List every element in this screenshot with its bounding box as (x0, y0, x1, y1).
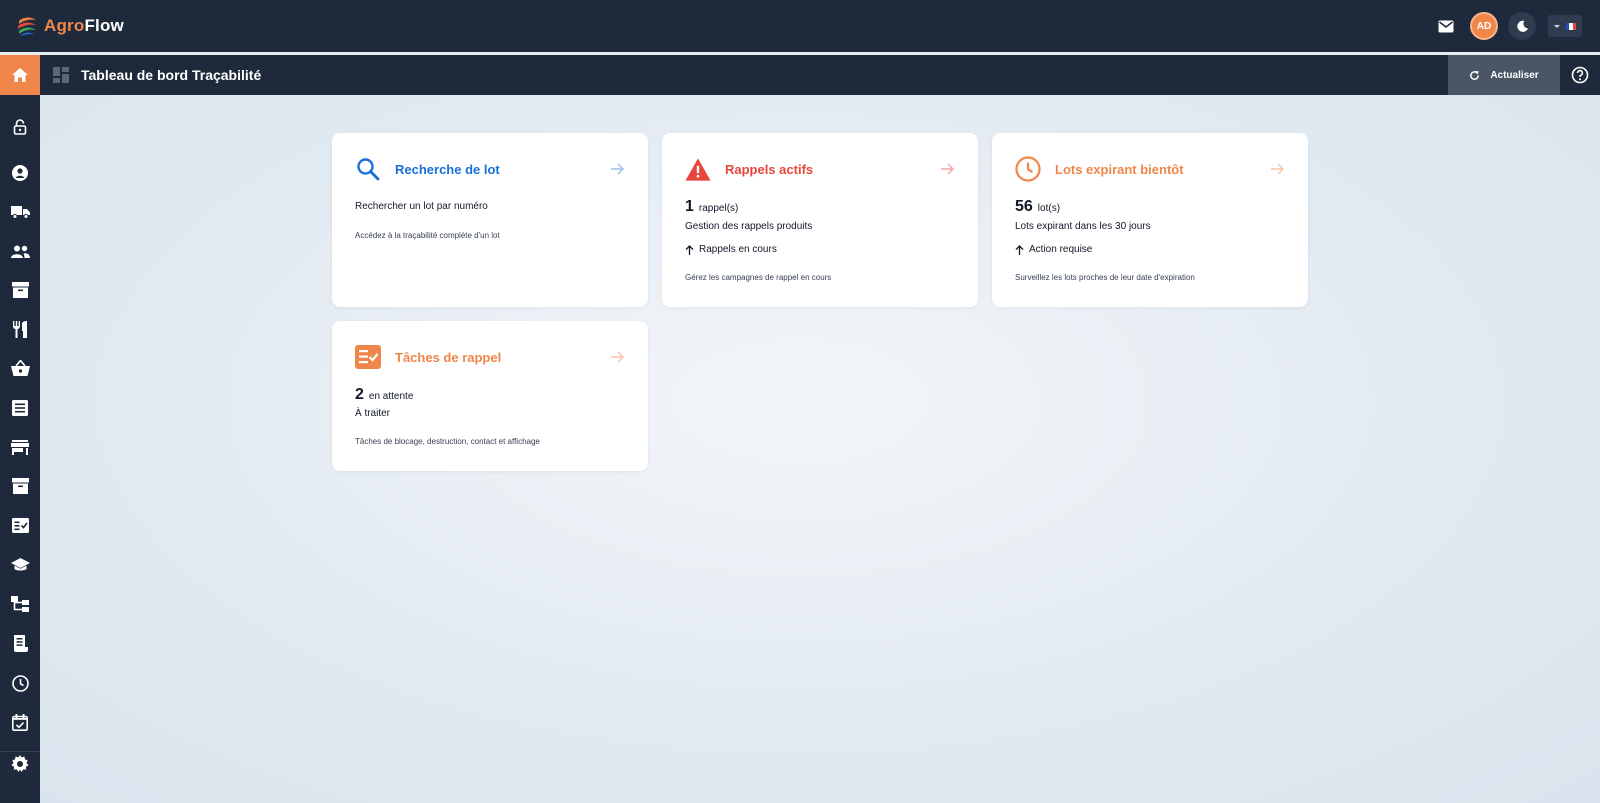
task-checklist-icon (355, 344, 381, 370)
task-unit: en attente (368, 391, 414, 402)
sidebar-item-store[interactable] (0, 432, 40, 462)
arrow-up-icon (1015, 244, 1024, 255)
expiring-unit: lot(s) (1037, 203, 1061, 214)
card-subtitle: Rechercher un lot par numéro (355, 201, 488, 212)
sidebar-item-settings[interactable] (0, 749, 40, 779)
refresh-label: Actualiser (1490, 69, 1539, 81)
sidebar-item-calendar[interactable] (0, 707, 40, 737)
top-app-bar: AgroFlow AD (0, 0, 1600, 52)
list-icon (12, 400, 28, 416)
mail-icon (1438, 20, 1454, 32)
home-icon (12, 68, 28, 82)
basket-icon (10, 360, 30, 376)
card-trend: Rappels en cours (685, 244, 777, 255)
card-expiring-lots[interactable]: Lots expirant bientôt 56 lot(s) Lots exp… (992, 133, 1308, 307)
arrow-up-icon (685, 244, 694, 255)
card-title: Rappels actifs (725, 161, 814, 177)
truck-icon (10, 206, 30, 219)
sidebar-item-basket[interactable] (0, 353, 40, 383)
sidebar-item-checklist[interactable] (0, 510, 40, 540)
card-title: Tâches de rappel (395, 349, 502, 365)
agroflow-logo-icon (18, 17, 36, 36)
sidebar-item-restaurant[interactable] (0, 314, 40, 344)
app-name: AgroFlow (44, 16, 124, 36)
hierarchy-icon (11, 596, 29, 612)
card-active-recalls[interactable]: Rappels actifs 1 rappel(s) Gestion des r… (662, 133, 978, 307)
home-button[interactable] (0, 55, 40, 95)
refresh-icon (1470, 70, 1480, 80)
clock-icon (11, 674, 29, 692)
school-icon (10, 558, 30, 571)
trend-label: Action requise (1029, 244, 1093, 255)
sidebar-item-archive[interactable] (0, 471, 40, 501)
clock-icon (1015, 156, 1041, 182)
page-header: Tableau de bord Traçabilité Actualiser (0, 55, 1600, 95)
sidebar-item-list[interactable] (0, 393, 40, 423)
refresh-button[interactable]: Actualiser (1448, 55, 1560, 95)
trend-label: Rappels en cours (699, 244, 777, 255)
sidebar-item-receipt[interactable] (0, 628, 40, 658)
card-subtitle: Lots expirant dans les 30 jours (1015, 221, 1151, 232)
card-recall-tasks[interactable]: Tâches de rappel 2 en attente À traiter … (332, 321, 648, 471)
sidebar-item-people[interactable] (0, 236, 40, 266)
expiring-count: 56 (1015, 198, 1033, 215)
event-check-icon (12, 713, 28, 731)
card-subtitle: À traiter (355, 408, 391, 419)
recall-count: 1 (685, 198, 694, 215)
moon-icon (1516, 20, 1528, 32)
sidebar-item-inventory[interactable] (0, 275, 40, 305)
sidebar (0, 95, 40, 803)
language-selector[interactable] (1548, 15, 1582, 37)
store-icon (11, 439, 29, 455)
card-footer: Gérez les campagnes de rappel en cours (685, 273, 832, 282)
sidebar-item-lock[interactable] (0, 112, 40, 142)
sidebar-item-hierarchy[interactable] (0, 589, 40, 619)
recall-unit: rappel(s) (698, 203, 739, 214)
lock-open-icon (13, 119, 27, 135)
sidebar-item-account[interactable] (0, 158, 40, 188)
card-footer: Accédez à la traçabilité complète d'un l… (355, 231, 500, 240)
mail-button[interactable] (1432, 12, 1460, 40)
card-footer: Surveillez les lots proches de leur date… (1015, 273, 1195, 282)
chevron-down-icon (1554, 24, 1560, 28)
help-icon (1571, 66, 1589, 84)
account-circle-icon (12, 165, 28, 181)
app-name-part2: Flow (84, 16, 124, 35)
warning-icon (685, 156, 711, 182)
card-title: Recherche de lot (395, 161, 500, 177)
settings-icon (11, 755, 29, 772)
arrow-right-icon[interactable] (1271, 163, 1284, 175)
inventory-icon (11, 282, 29, 298)
arrow-right-icon[interactable] (941, 163, 954, 175)
card-subtitle: Gestion des rappels produits (685, 221, 813, 232)
archive-icon (11, 478, 29, 494)
app-name-part1: Agro (44, 16, 85, 35)
sidebar-item-training[interactable] (0, 550, 40, 580)
card-lot-search[interactable]: Recherche de lot Rechercher un lot par n… (332, 133, 648, 307)
sidebar-item-transport[interactable] (0, 197, 40, 227)
dashboard-icon (53, 67, 69, 83)
french-flag-icon (1566, 22, 1576, 30)
card-title: Lots expirant bientôt (1055, 161, 1184, 177)
receipt-icon (13, 634, 28, 652)
arrow-right-icon[interactable] (611, 351, 624, 363)
checklist-icon (11, 517, 29, 533)
card-trend: Action requise (1015, 244, 1092, 255)
restaurant-icon (13, 320, 27, 338)
people-icon (10, 245, 30, 258)
search-icon (355, 156, 381, 182)
card-footer: Tâches de blocage, destruction, contact … (355, 437, 540, 446)
sidebar-item-history[interactable] (0, 668, 40, 698)
theme-toggle-button[interactable] (1508, 12, 1536, 40)
task-count: 2 (355, 386, 364, 403)
arrow-right-icon[interactable] (611, 163, 624, 175)
page-title: Tableau de bord Traçabilité (81, 67, 262, 83)
help-button[interactable] (1560, 55, 1600, 95)
user-avatar[interactable]: AD (1470, 12, 1498, 40)
app-logo[interactable]: AgroFlow (16, 15, 124, 37)
